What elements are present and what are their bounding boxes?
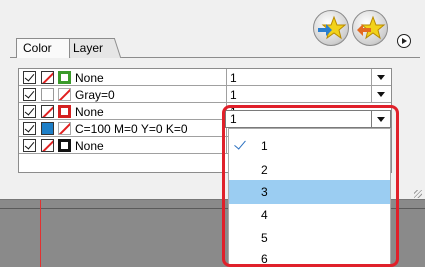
dropdown-list: 1 2 3 4 5 6: [228, 128, 391, 267]
column-divider: [226, 137, 227, 154]
dropdown-option[interactable]: 2: [229, 158, 390, 182]
dropdown-option[interactable]: 1: [229, 134, 390, 158]
stroke-none-swatch: [58, 88, 71, 101]
layer-value-combobox[interactable]: 1: [225, 110, 391, 128]
row-label: C=100 M=0 Y=0 K=0: [75, 122, 188, 136]
fill-white-swatch: [41, 88, 54, 101]
list-item[interactable]: Gray=0 1: [19, 86, 391, 103]
option-label: 2: [261, 163, 268, 177]
star-arrow-left-icon: [357, 15, 386, 40]
combobox-value: 1: [230, 112, 237, 126]
fill-none-swatch: [41, 105, 54, 118]
fill-cyan-swatch: [41, 122, 54, 135]
row-value: 1: [230, 88, 237, 102]
chevron-down-icon[interactable]: [371, 111, 390, 127]
checkmark-icon: [234, 137, 246, 150]
row-label: Gray=0: [75, 88, 115, 102]
row-label: None: [75, 71, 104, 85]
star-arrow-left-button[interactable]: [352, 10, 388, 46]
option-label: 6: [261, 252, 268, 266]
fill-none-swatch: [41, 139, 54, 152]
row-label: None: [75, 139, 104, 153]
option-label: 5: [261, 231, 268, 245]
stroke-black-swatch: [58, 139, 71, 152]
visibility-checkbox[interactable]: [23, 88, 36, 101]
tab-layer-label: Layer: [73, 41, 104, 55]
dropdown-option[interactable]: 6: [229, 247, 390, 267]
column-divider: [226, 69, 227, 86]
dropdown-option[interactable]: 3: [229, 180, 390, 204]
stroke-red-swatch: [58, 105, 71, 118]
panel-menu-icon[interactable]: [397, 34, 411, 48]
stroke-green-swatch: [58, 71, 71, 84]
stroke-none-swatch: [58, 122, 71, 135]
visibility-checkbox[interactable]: [23, 71, 36, 84]
chevron-down-icon[interactable]: [371, 69, 390, 85]
tab-color-label: Color: [23, 41, 52, 55]
option-label: 3: [261, 185, 268, 199]
star-arrow-right-button[interactable]: [313, 10, 349, 46]
option-label: 4: [261, 208, 268, 222]
row-label: None: [75, 105, 104, 119]
tab-layer[interactable]: Layer: [62, 38, 122, 58]
visibility-checkbox[interactable]: [23, 122, 36, 135]
dropdown-option[interactable]: 4: [229, 203, 390, 227]
star-arrow-right-icon: [318, 15, 347, 40]
tab-color[interactable]: Color: [16, 38, 70, 58]
fill-none-swatch: [41, 71, 54, 84]
visibility-checkbox[interactable]: [23, 105, 36, 118]
canvas-margin-line: [40, 200, 41, 267]
column-divider: [226, 86, 227, 103]
row-value: 1: [230, 71, 237, 85]
option-label: 1: [261, 139, 268, 153]
visibility-checkbox[interactable]: [23, 139, 36, 152]
chevron-down-icon[interactable]: [371, 86, 390, 102]
resize-grip[interactable]: [414, 190, 422, 198]
list-item[interactable]: None 1: [19, 69, 391, 86]
